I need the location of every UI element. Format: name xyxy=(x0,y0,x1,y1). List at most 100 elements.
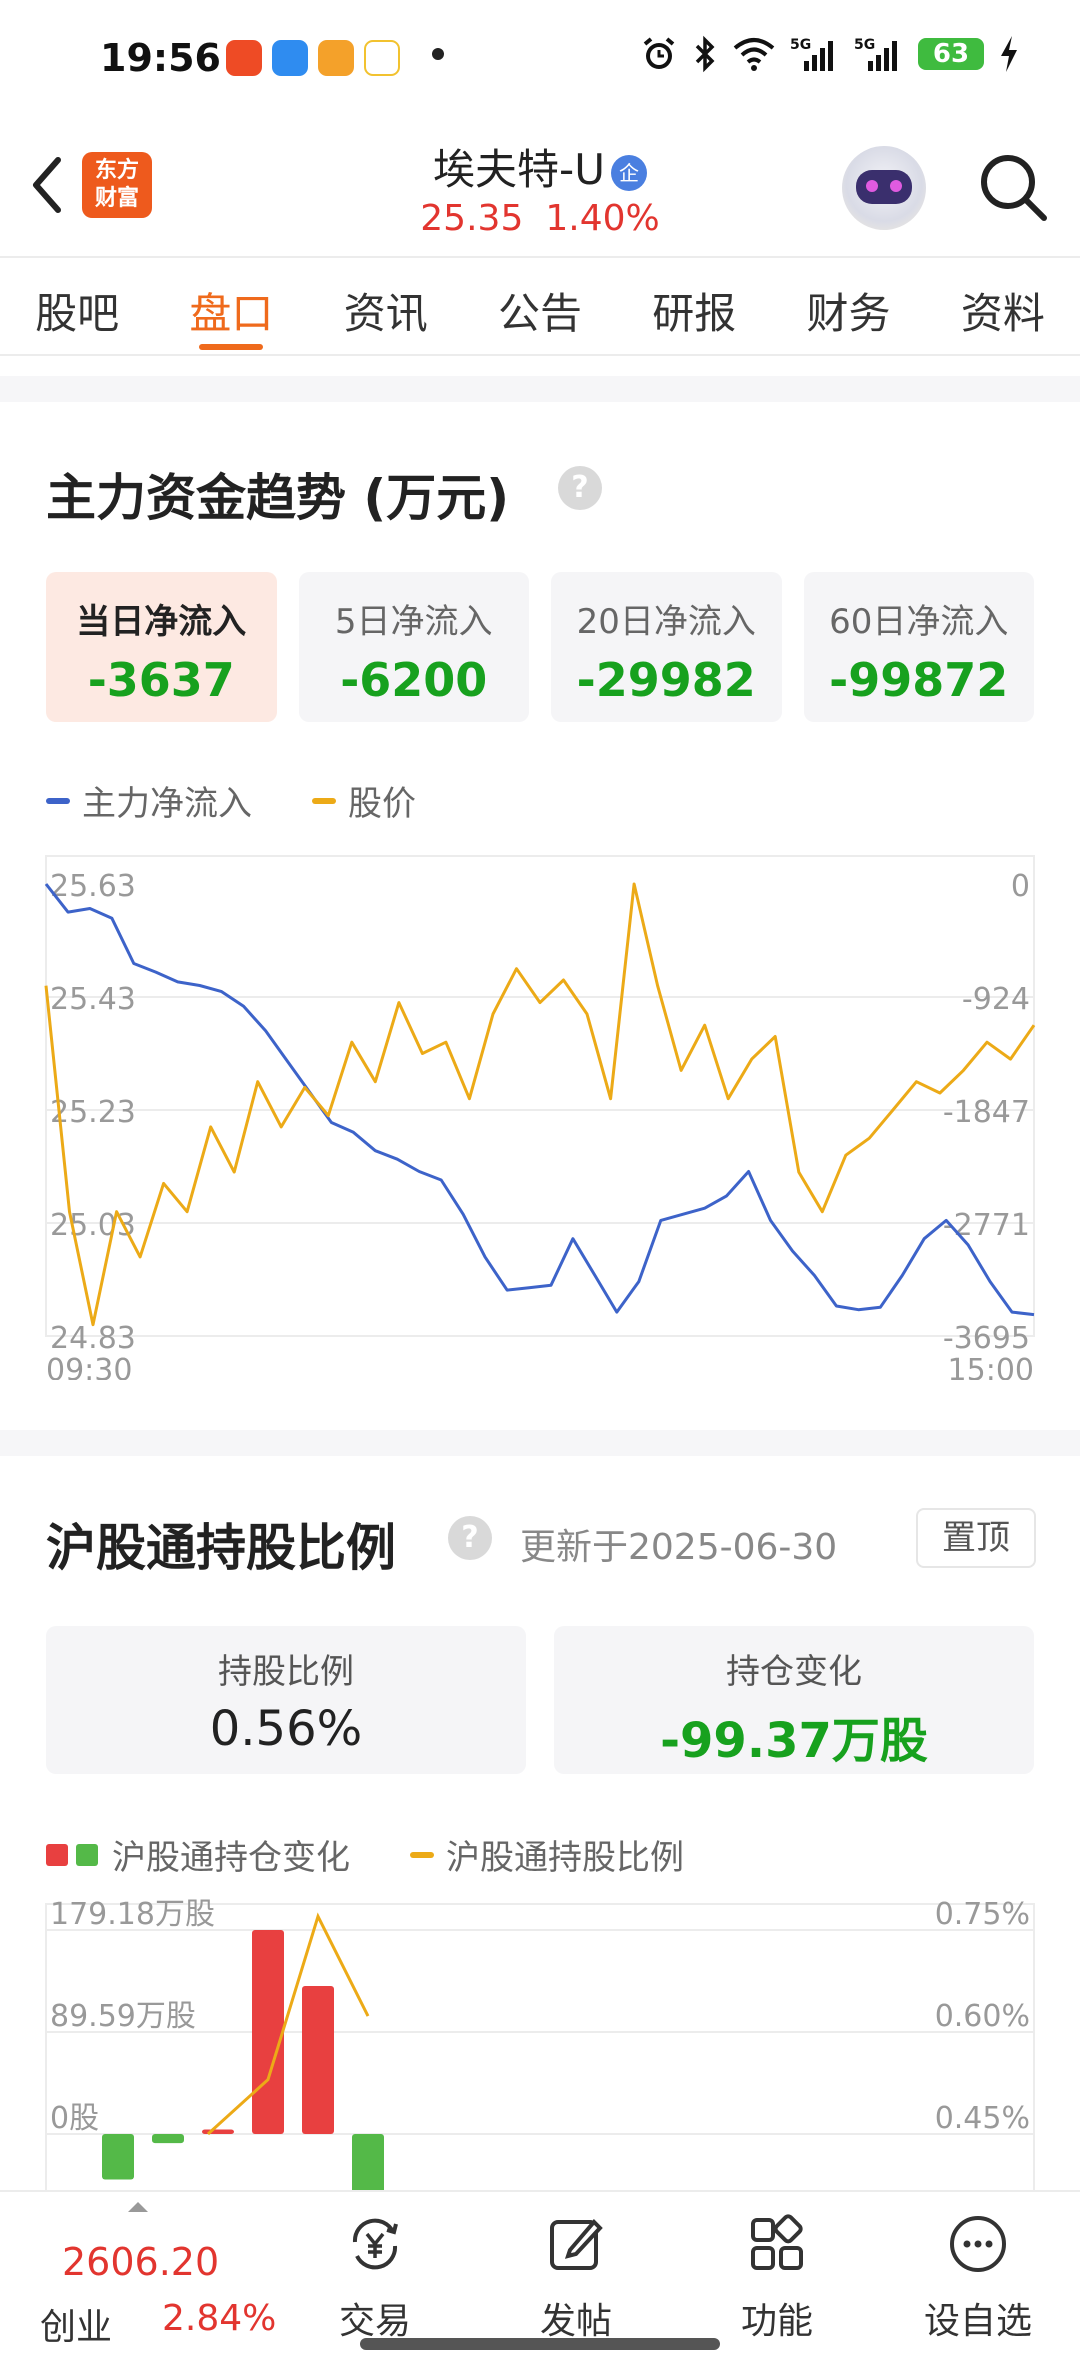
hk-connect-chart[interactable]: 179.18万股 0.75% 89.59万股 0.60% 0股 0.45% xyxy=(0,1880,1080,2190)
hk-connect-title: 沪股通持股比例 xyxy=(46,1519,396,1577)
series-line-price xyxy=(44,882,1036,1327)
index-name[interactable]: 创业 xyxy=(40,2298,112,2350)
tab-finance[interactable]: 财务 xyxy=(771,258,925,354)
x-tick-end: 15:00 xyxy=(948,1353,1034,1380)
holding-bar xyxy=(152,2134,184,2144)
holding-bar xyxy=(302,1985,334,2134)
holding-bar xyxy=(252,1930,284,2134)
fund-flow-legend: 主力净流入 股价 xyxy=(46,776,476,825)
fund-flow-help-icon[interactable]: ? xyxy=(558,466,602,510)
signal-5g-icon: 5G xyxy=(790,37,833,71)
legend-swatch-blue xyxy=(46,797,70,804)
y-tick-right: -2771 xyxy=(943,1208,1030,1243)
post-edit-icon xyxy=(550,2219,603,2270)
app-orange-icon xyxy=(318,40,354,76)
nav-post[interactable]: 发帖 xyxy=(506,2212,646,2344)
y-tick-left: 25.23 xyxy=(50,1095,136,1130)
holding-ratio-card: 持股比例 0.56% xyxy=(46,1626,526,1774)
signal-5g-icon: 5G xyxy=(854,37,897,71)
flow-card-20day[interactable]: 20日净流入 -29982 xyxy=(551,572,782,722)
stock-name: 埃夫特-U xyxy=(433,145,605,194)
legend-swatch-yellow xyxy=(312,797,336,804)
nav-label: 发帖 xyxy=(539,2301,612,2342)
section-divider xyxy=(0,1430,1080,1456)
y-tick-right: 0.75% xyxy=(935,1897,1030,1932)
y-tick-left: 25.63 xyxy=(50,869,136,904)
nav-functions[interactable]: 功能 xyxy=(707,2212,847,2344)
status-bar: 19:56 5G 5G 63 xyxy=(0,0,1080,120)
svg-text:5G: 5G xyxy=(790,37,811,53)
caret-up-icon[interactable] xyxy=(128,2202,148,2212)
section-divider xyxy=(0,376,1080,402)
wifi-icon xyxy=(733,38,775,71)
nav-add-watchlist[interactable]: 设自选 xyxy=(908,2212,1048,2344)
search-icon[interactable] xyxy=(976,150,1050,224)
flow-card-5day[interactable]: 5日净流入 -6200 xyxy=(298,572,529,722)
legend-label: 沪股通持仓变化 xyxy=(112,1838,350,1878)
legend-swatch-green xyxy=(76,1843,98,1866)
holding-ratio-value: 0.56% xyxy=(209,1701,363,1757)
update-date: 更新于2025-06-30 xyxy=(520,1527,838,1568)
tab-profile[interactable]: 资料 xyxy=(926,258,1080,354)
hk-connect-cards: 持股比例 0.56% 持仓变化 -99.37万股 xyxy=(46,1626,1034,1774)
tab-research[interactable]: 研报 xyxy=(617,258,771,354)
pin-top-button[interactable]: 置顶 xyxy=(916,1508,1036,1568)
robot-face xyxy=(856,170,912,204)
robot-eye-left xyxy=(866,180,878,192)
nav-label: 功能 xyxy=(740,2301,813,2342)
status-time: 19:56 xyxy=(100,36,221,80)
stock-change-pct: 1.40% xyxy=(545,198,660,239)
tab-bar: 股吧 盘口 资讯 公告 研报 财务 资料 xyxy=(0,256,1080,356)
series-line-inflow xyxy=(44,883,1035,1317)
stock-price: 25.35 xyxy=(420,198,524,239)
alarm-icon xyxy=(643,37,675,69)
stock-header: 东方 财富 埃夫特-U 企 25.35 1.40% xyxy=(0,120,1080,254)
x-tick-start: 09:30 xyxy=(46,1353,132,1380)
flow-card-today[interactable]: 当日净流入 -3637 xyxy=(46,572,277,722)
legend-main-inflow: 主力净流入 xyxy=(46,776,252,825)
nav-label: 设自选 xyxy=(923,2301,1032,2342)
flow-card-value: -6200 xyxy=(340,653,488,707)
y-tick-right: -924 xyxy=(962,982,1030,1017)
holding-change-card: 持仓变化 -99.37万股 xyxy=(554,1626,1034,1774)
holding-ratio-label: 持股比例 xyxy=(218,1652,354,1692)
flow-card-value: -29982 xyxy=(576,653,756,707)
index-value[interactable]: 2606.20 xyxy=(62,2240,219,2284)
tab-announcements[interactable]: 公告 xyxy=(463,258,617,354)
app-58-icon xyxy=(364,40,400,76)
flow-card-value: -3637 xyxy=(87,653,235,707)
home-indicator[interactable] xyxy=(360,2338,720,2350)
battery-icon: 63 xyxy=(918,38,984,70)
robot-eye-right xyxy=(890,180,902,192)
hk-connect-help-icon[interactable]: ? xyxy=(448,1516,492,1560)
app-blue-icon xyxy=(272,40,308,76)
bluetooth-icon xyxy=(695,35,715,73)
flow-card-value: -99872 xyxy=(829,653,1009,707)
robot-avatar-icon[interactable] xyxy=(842,146,926,230)
holding-ratio-line xyxy=(206,1912,370,2136)
holding-bar xyxy=(102,2134,134,2180)
tab-news[interactable]: 资讯 xyxy=(309,258,463,354)
trade-yen-icon xyxy=(352,2218,398,2270)
chart-frame xyxy=(45,855,1035,1337)
svg-text:5G: 5G xyxy=(854,37,875,53)
fund-flow-chart[interactable]: 25.63 025.43 -92425.23 -184725.03 -277124.83… xyxy=(0,840,1080,1380)
y-tick-right: 0.60% xyxy=(935,1999,1030,2034)
flow-card-label: 当日净流入 xyxy=(76,602,247,642)
index-change-pct[interactable]: 2.84% xyxy=(162,2298,276,2339)
tab-guba[interactable]: 股吧 xyxy=(0,258,154,354)
y-tick-left: 24.83 xyxy=(50,1321,136,1356)
app-red-icon xyxy=(226,40,262,76)
grid-icon xyxy=(751,2214,803,2270)
y-tick-right: -1847 xyxy=(943,1095,1030,1130)
y-tick-right: 0 xyxy=(1011,869,1030,904)
legend-holding-ratio: 沪股通持股比例 xyxy=(410,1830,684,1879)
flow-card-label: 60日净流入 xyxy=(829,602,1009,642)
enterprise-badge: 企 xyxy=(610,154,647,191)
tab-pankou[interactable]: 盘口 xyxy=(154,258,308,354)
y-tick-right: 0.45% xyxy=(935,2101,1030,2136)
y-tick-left: 0股 xyxy=(50,2101,99,2136)
nav-trade[interactable]: 交易 xyxy=(305,2212,445,2344)
flow-card-60day[interactable]: 60日净流入 -99872 xyxy=(803,572,1034,722)
legend-holding-change: 沪股通持仓变化 xyxy=(46,1830,350,1879)
